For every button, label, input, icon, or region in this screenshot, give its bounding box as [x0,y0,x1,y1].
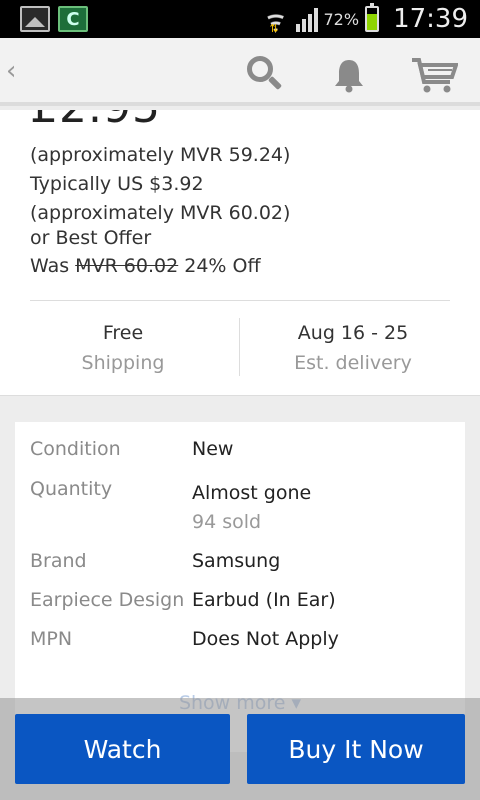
spec-key: Quantity [30,478,113,500]
signal-icon [295,6,318,32]
spec-value: Almost gone [192,482,312,504]
cart-icon[interactable] [410,56,459,94]
was-value: MVR 60.02 [75,255,179,277]
shipping-info: Free Shipping [18,322,228,374]
spec-value: New [192,438,234,460]
spec-value-secondary: 94 sold [192,511,262,533]
shipping-sub: Shipping [81,352,165,374]
back-button[interactable]: ‹ [6,56,16,86]
app-toolbar: ‹ [0,38,480,106]
search-icon[interactable] [245,56,283,94]
spec-value: Earbud (In Ear) [192,589,336,611]
status-bar: C ⇅ 72% 17:39 [0,0,480,38]
bell-icon[interactable] [330,56,368,94]
vertical-divider [239,318,240,376]
price-main: £2.95 [30,110,161,133]
spec-value: Does Not Apply [192,628,339,650]
watch-button[interactable]: Watch [15,714,230,784]
delivery-info: Aug 16 - 25 Est. delivery [248,322,458,374]
wifi-icon: ⇅ [262,5,290,35]
price-approx-2: (approximately MVR 60.02) [30,202,291,224]
delivery-top: Aug 16 - 25 [297,322,409,344]
spec-key: Brand [30,550,87,572]
discount: 24% Off [184,255,261,277]
spec-value: Samsung [192,550,281,572]
price-typical: Typically US $3.92 [30,173,204,195]
divider [30,300,450,301]
delivery-sub: Est. delivery [294,352,412,374]
spec-key: Earpiece Design [30,589,185,611]
was-label: Was [30,255,70,277]
spec-key: Condition [30,438,121,460]
battery-icon [365,3,380,32]
buy-it-now-button[interactable]: Buy It Now [247,714,465,784]
clock: 17:39 [393,4,468,34]
spec-key: MPN [30,628,73,650]
shipping-top: Free [102,322,144,344]
best-offer: or Best Offer [30,227,152,249]
price-approx: (approximately MVR 59.24) [30,144,291,166]
bottom-action-bar: Watch Buy It Now [0,698,480,800]
gallery-icon [20,6,50,32]
app-icon: C [58,6,88,32]
battery-percent: 72% [323,9,360,29]
price-card: £2.95 (approximately MVR 59.24) Typicall… [0,110,480,396]
was-price-line: Was MVR 60.02 24% Off [30,255,261,277]
